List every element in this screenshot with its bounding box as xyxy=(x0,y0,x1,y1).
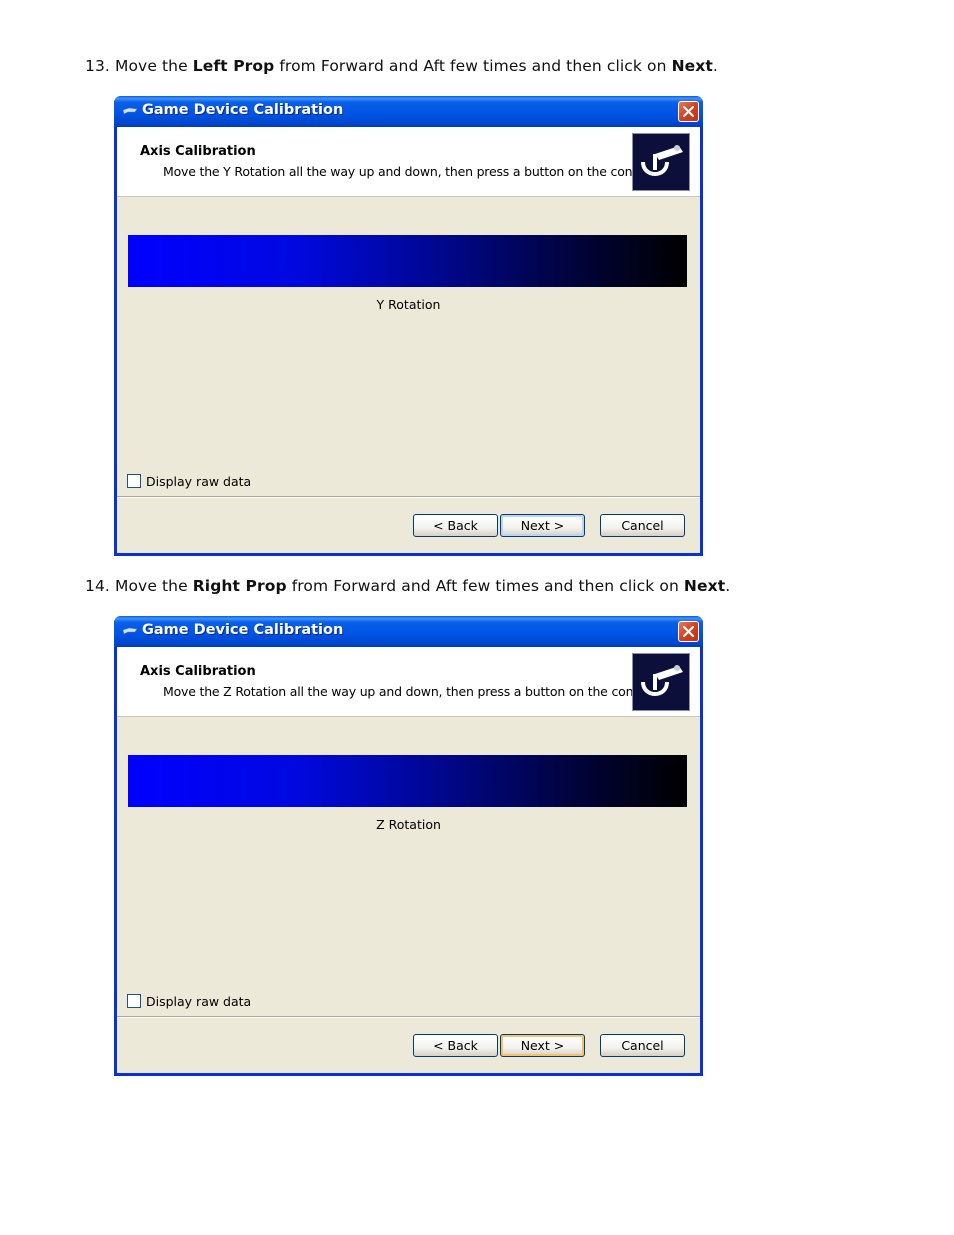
next-button[interactable]: Next > xyxy=(500,514,585,537)
close-icon xyxy=(682,105,695,118)
close-icon xyxy=(682,625,695,638)
joystick-icon xyxy=(632,133,690,191)
step-13-instruction: 13. Move the Left Prop from Forward and … xyxy=(85,57,718,75)
wizard-header: Axis Calibration Move the Y Rotation all… xyxy=(117,127,700,197)
display-raw-data-label[interactable]: Display raw data xyxy=(146,474,251,489)
cancel-button[interactable]: Cancel xyxy=(600,1034,685,1057)
display-raw-data-label[interactable]: Display raw data xyxy=(146,994,251,1009)
window-title: Game Device Calibration xyxy=(142,622,344,638)
prop-name: Right Prop xyxy=(192,577,287,595)
next-button[interactable]: Next > xyxy=(500,1034,585,1057)
joystick-icon xyxy=(632,653,690,711)
calibration-dialog-y: Game Device Calibration Axis Calibration… xyxy=(114,96,703,556)
step-number: 14. xyxy=(85,577,110,595)
axis-label: Z Rotation xyxy=(376,817,441,832)
header-subtitle: Move the Z Rotation all the way up and d… xyxy=(163,684,672,699)
close-button[interactable] xyxy=(678,621,699,642)
game-controller-icon xyxy=(122,627,138,635)
step-14-instruction: 14. Move the Right Prop from Forward and… xyxy=(85,577,731,595)
game-controller-icon xyxy=(122,107,138,115)
wizard-header: Axis Calibration Move the Z Rotation all… xyxy=(117,647,700,717)
axis-label: Y Rotation xyxy=(376,297,441,312)
divider xyxy=(117,496,700,498)
cancel-button[interactable]: Cancel xyxy=(600,514,685,537)
axis-position-bar xyxy=(128,235,687,287)
header-title: Axis Calibration xyxy=(140,144,256,159)
display-raw-data-checkbox[interactable] xyxy=(127,994,141,1008)
prop-name: Left Prop xyxy=(192,57,275,75)
window-title: Game Device Calibration xyxy=(142,102,344,118)
calibration-dialog-z: Game Device Calibration Axis Calibration… xyxy=(114,616,703,1076)
header-title: Axis Calibration xyxy=(140,664,256,679)
back-button[interactable]: < Back xyxy=(413,1034,498,1057)
display-raw-data-checkbox[interactable] xyxy=(127,474,141,488)
step-number: 13. xyxy=(85,57,110,75)
title-bar[interactable]: Game Device Calibration xyxy=(114,96,703,127)
title-bar[interactable]: Game Device Calibration xyxy=(114,616,703,647)
divider xyxy=(117,1016,700,1018)
header-subtitle: Move the Y Rotation all the way up and d… xyxy=(163,164,671,179)
close-button[interactable] xyxy=(678,101,699,122)
back-button[interactable]: < Back xyxy=(413,514,498,537)
axis-position-bar xyxy=(128,755,687,807)
